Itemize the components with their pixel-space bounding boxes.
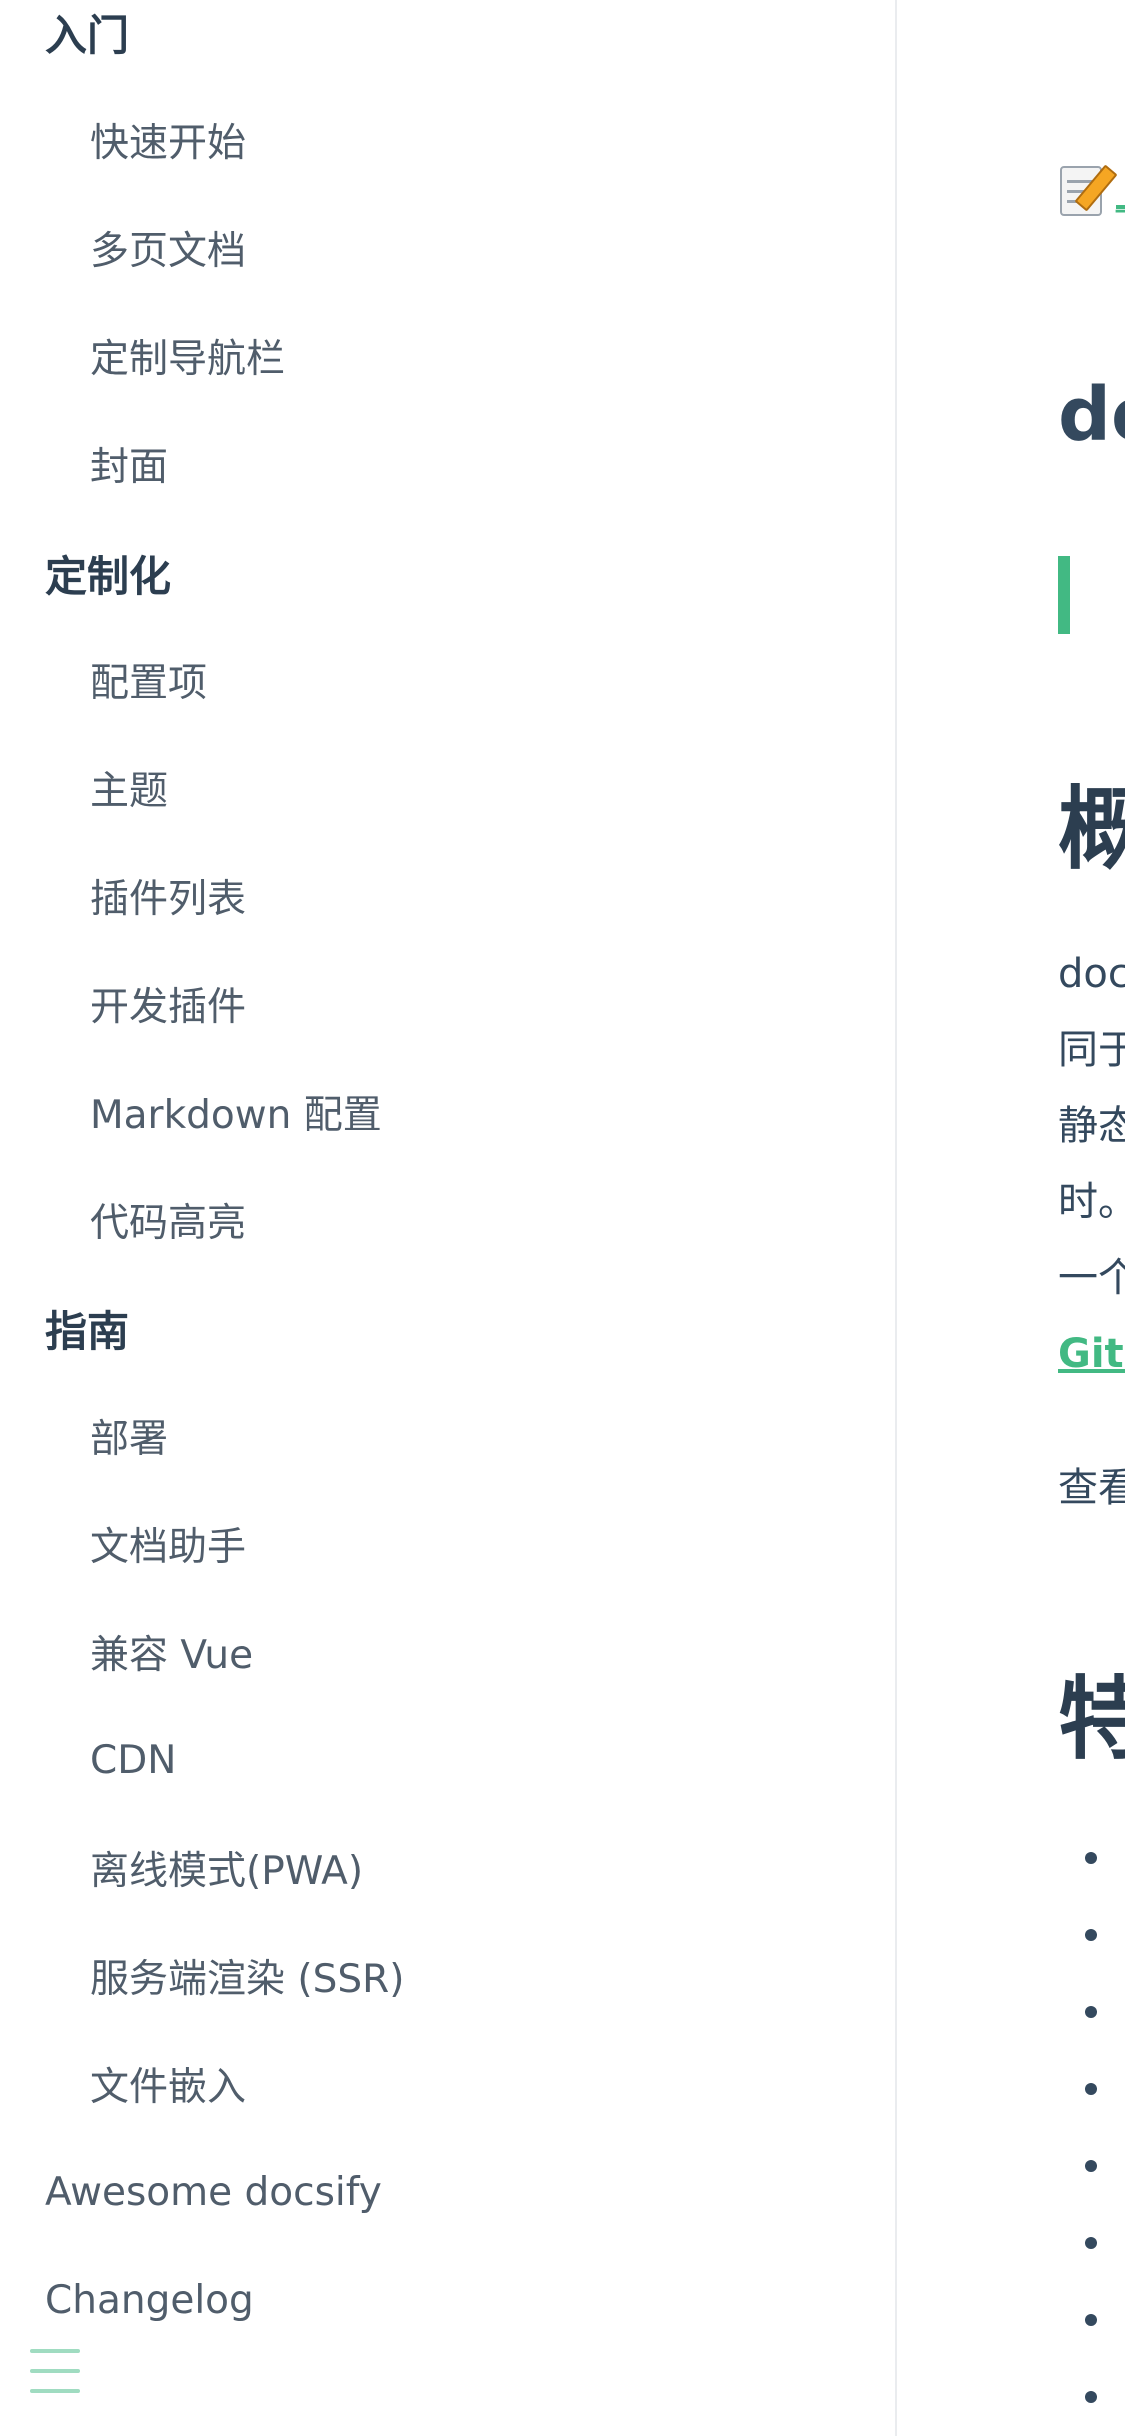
sidebar-item-themes[interactable]: 主题 [0,758,895,818]
sidebar: 入门 快速开始 多页文档 定制导航栏 封面 定制化 配置项 主题 插件列表 开发… [0,0,897,2436]
see-also-paragraph: 查看 [1058,1465,1125,1511]
sidebar-item-embed-files[interactable]: 文件嵌入 [0,2054,895,2114]
sidebar-item-write-plugin[interactable]: 开发插件 [0,974,895,1034]
list-item [1058,1820,1125,1897]
hamburger-menu-icon[interactable] [30,2349,80,2395]
menu-bar-top [30,2349,80,2353]
github-link[interactable]: Gith [1058,1331,1125,1377]
features-list [1058,1820,1125,2436]
sidebar-section-guide: 指南 [45,1306,130,1356]
sidebar-section-customization: 定制化 [45,551,172,601]
sidebar-item-code-highlight[interactable]: 代码高亮 [0,1190,895,1250]
memo-pencil-icon [1058,162,1118,218]
sidebar-item-markdown-config[interactable]: Markdown 配置 [0,1082,895,1142]
list-item [1058,2128,1125,2205]
list-item [1058,1974,1125,2051]
list-item [1058,2282,1125,2359]
sidebar-item-custom-navbar[interactable]: 定制导航栏 [0,326,895,386]
page-title: do [1058,372,1125,458]
sidebar-item-cover[interactable]: 封面 [0,434,895,494]
sidebar-item-quick-start[interactable]: 快速开始 [0,110,895,170]
sidebar-section-getting-started: 入门 [45,10,130,60]
sidebar-link-changelog[interactable]: Changelog [0,2270,895,2330]
sidebar-item-vue-compat[interactable]: 兼容 Vue [0,1622,895,1682]
paragraph-line: doc [1058,951,1125,997]
blockquote-bar [1058,556,1070,634]
paragraph-line: 静态 [1058,1103,1125,1149]
page: 入门 快速开始 多页文档 定制导航栏 封面 定制化 配置项 主题 插件列表 开发… [0,0,1125,2436]
list-item [1058,2205,1125,2282]
list-item [1058,2051,1125,2128]
paragraph-line: 同于 [1058,1027,1125,1073]
sidebar-item-pwa[interactable]: 离线模式(PWA) [0,1838,895,1898]
edit-link-text[interactable]: _ [1116,167,1125,213]
main-content: _ do 概 doc 同于 静态 时。 一个 Gith 查看 特 [899,0,1125,2436]
overview-paragraph: doc 同于 静态 时。 一个 Gith [1058,936,1125,1392]
section-heading-overview: 概 [1058,777,1125,882]
list-item [1058,2359,1125,2436]
sidebar-link-awesome-docsify[interactable]: Awesome docsify [0,2162,895,2222]
paragraph-line: 一个 [1058,1255,1125,1301]
sidebar-item-multi-page[interactable]: 多页文档 [0,218,895,278]
sidebar-item-helpers[interactable]: 文档助手 [0,1514,895,1574]
sidebar-item-configuration[interactable]: 配置项 [0,650,895,710]
menu-bar-bottom [30,2389,80,2393]
section-heading-features: 特 [1058,1667,1125,1772]
sidebar-item-cdn[interactable]: CDN [0,1730,895,1790]
menu-bar-middle [30,2369,80,2373]
sidebar-item-deploy[interactable]: 部署 [0,1406,895,1466]
paragraph-line: 时。 [1058,1179,1125,1225]
list-item [1058,1897,1125,1974]
sidebar-item-plugins-list[interactable]: 插件列表 [0,866,895,926]
edit-document-link[interactable]: _ [1058,160,1125,220]
sidebar-item-ssr[interactable]: 服务端渲染 (SSR) [0,1946,895,2006]
